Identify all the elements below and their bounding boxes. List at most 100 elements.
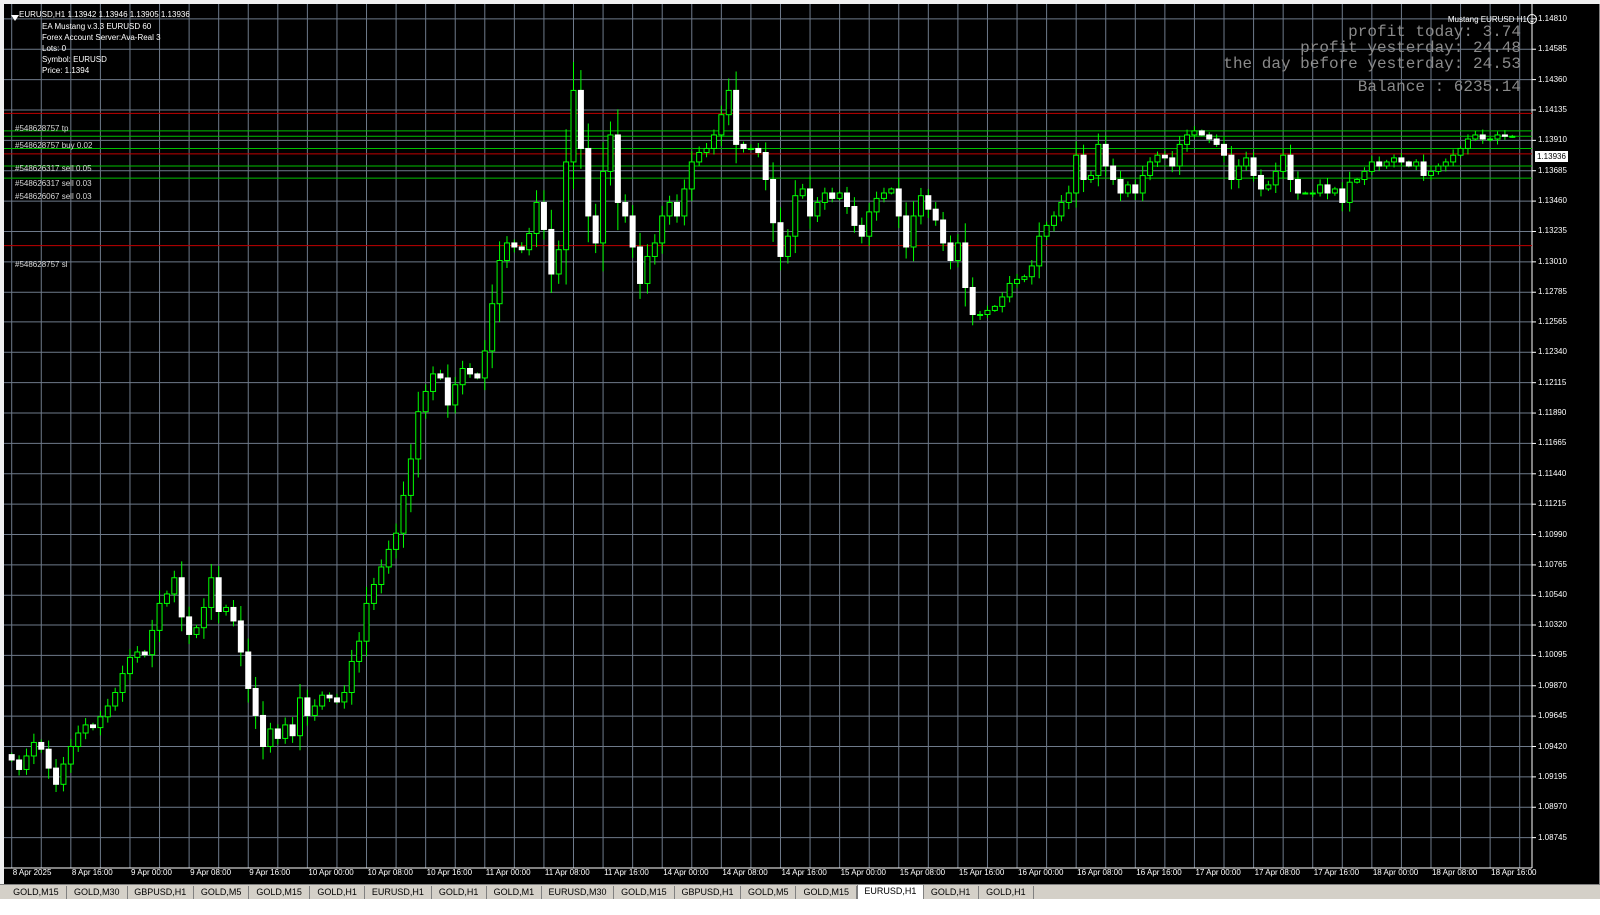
candle-body xyxy=(977,314,984,316)
candle-body xyxy=(807,188,814,217)
candle-body xyxy=(940,219,947,244)
candle-body xyxy=(851,206,858,226)
candle-body xyxy=(67,746,74,765)
candle-body xyxy=(474,373,481,379)
chart-tab[interactable]: GOLD,H1 xyxy=(979,886,1034,899)
price-tick-label: 1.09195 xyxy=(1538,771,1567,781)
chart-tab[interactable]: GBPUSD,H1 xyxy=(128,886,194,899)
chart-tab[interactable]: GOLD,M15 xyxy=(614,886,675,899)
candle-body xyxy=(1450,154,1457,163)
candle-body xyxy=(866,211,873,237)
time-tick-label: 16 Apr 16:00 xyxy=(1136,868,1182,877)
candle-body xyxy=(1213,138,1220,145)
candle-body xyxy=(1080,154,1087,180)
chart-tab[interactable]: GOLD,H1 xyxy=(432,886,487,899)
price-chart[interactable] xyxy=(4,4,1600,896)
candle-body xyxy=(666,201,673,217)
chart-tab[interactable]: GOLD,M5 xyxy=(194,886,250,899)
chart-tab[interactable]: GOLD,M15 xyxy=(249,886,310,899)
candle-body xyxy=(903,215,910,248)
chart-area[interactable]: EURUSD,H1 1.13942 1.13946 1.13905 1.1393… xyxy=(4,4,1600,896)
candle-body xyxy=(1228,154,1235,180)
profit-day-before: the day before yesterday: 24.53 xyxy=(1223,55,1521,73)
price-tick-label: 1.11665 xyxy=(1538,438,1567,448)
price-tick-label: 1.12340 xyxy=(1538,347,1567,357)
candle-body xyxy=(1472,134,1479,140)
time-tick-label: 9 Apr 08:00 xyxy=(190,868,232,877)
candle-body xyxy=(607,134,614,172)
candle-body xyxy=(1065,192,1072,203)
time-tick-label: 17 Apr 16:00 xyxy=(1313,868,1360,877)
time-tick-label: 17 Apr 00:00 xyxy=(1195,868,1241,877)
candle-body xyxy=(814,201,821,217)
price-tick-label: 1.13460 xyxy=(1538,196,1567,206)
candle-body xyxy=(1287,154,1294,180)
candle-body xyxy=(1147,161,1154,176)
candle-body xyxy=(1028,265,1035,278)
candle-body xyxy=(1302,192,1309,195)
price-tick-label: 1.10095 xyxy=(1538,650,1567,660)
order-label-sell-2: #548626317 sell 0.03 xyxy=(15,179,92,188)
candle-body xyxy=(1154,154,1161,163)
candle-body xyxy=(1095,143,1102,176)
candle-body xyxy=(1368,161,1375,172)
chart-tab[interactable]: GOLD,H1 xyxy=(924,886,979,899)
chart-tab[interactable]: EURUSD,H1 xyxy=(857,885,924,900)
candle-body xyxy=(1014,278,1021,284)
candle-body xyxy=(23,755,30,770)
candle-body xyxy=(75,732,82,747)
candle-body xyxy=(770,179,777,224)
candle-body xyxy=(245,651,252,689)
candle-body xyxy=(1346,181,1353,203)
candle-body xyxy=(1257,174,1264,190)
time-tick-label: 11 Apr 00:00 xyxy=(485,868,531,877)
time-tick-label: 16 Apr 00:00 xyxy=(1018,868,1064,877)
price-tick-label: 1.09870 xyxy=(1538,680,1567,690)
candle-body xyxy=(1021,276,1028,280)
candle-body xyxy=(252,687,259,716)
candle-body xyxy=(326,694,333,699)
candle-body xyxy=(1509,135,1516,138)
candle-body xyxy=(1479,134,1486,140)
candle-body xyxy=(1050,215,1057,226)
candle-body xyxy=(467,368,474,375)
candle-body xyxy=(1110,165,1117,180)
chart-tab[interactable]: EURUSD,M30 xyxy=(542,886,614,899)
chart-tab[interactable]: EURUSD,H1 xyxy=(365,886,432,899)
chart-tab[interactable]: GOLD,M5 xyxy=(741,886,797,899)
candle-body xyxy=(1324,184,1331,194)
chart-tab[interactable]: GOLD,M15 xyxy=(6,886,67,899)
chart-tab[interactable]: GBPUSD,H1 xyxy=(675,886,742,899)
time-tick-label: 14 Apr 16:00 xyxy=(781,868,827,877)
candle-body xyxy=(1265,184,1272,190)
candle-body xyxy=(962,242,969,288)
chart-tab[interactable]: GOLD,M1 xyxy=(487,886,542,899)
candle-body xyxy=(311,705,318,716)
candle-body xyxy=(821,192,828,203)
candle-body xyxy=(149,629,156,656)
time-tick-label: 8 Apr 2025 xyxy=(12,868,52,877)
candle-body xyxy=(1184,134,1191,145)
candle-body xyxy=(126,656,133,675)
candle-body xyxy=(585,147,592,217)
candle-body xyxy=(718,114,725,136)
candle-body xyxy=(97,716,104,729)
candle-body xyxy=(1354,179,1361,183)
chart-tab[interactable]: GOLD,M15 xyxy=(796,886,858,899)
candle-body xyxy=(1006,282,1013,298)
current-price-marker: 1.13936 xyxy=(1535,151,1568,162)
candle-body xyxy=(1243,157,1250,167)
chart-tab[interactable]: GOLD,H1 xyxy=(310,886,366,899)
candle-body xyxy=(1427,170,1434,176)
candle-body xyxy=(1405,161,1412,167)
candle-body xyxy=(1073,154,1080,194)
candle-body xyxy=(614,134,621,203)
order-label-sell-3: #548626067 sell 0.03 xyxy=(15,192,92,201)
candle-body xyxy=(104,705,111,718)
time-tick-label: 14 Apr 08:00 xyxy=(722,868,768,877)
chart-tab[interactable]: GOLD,M30 xyxy=(67,886,128,899)
price-tick-label: 1.10540 xyxy=(1538,590,1567,600)
chart-menu-triangle-icon[interactable] xyxy=(11,15,19,21)
candle-body xyxy=(1487,138,1494,141)
candle-body xyxy=(215,577,222,612)
